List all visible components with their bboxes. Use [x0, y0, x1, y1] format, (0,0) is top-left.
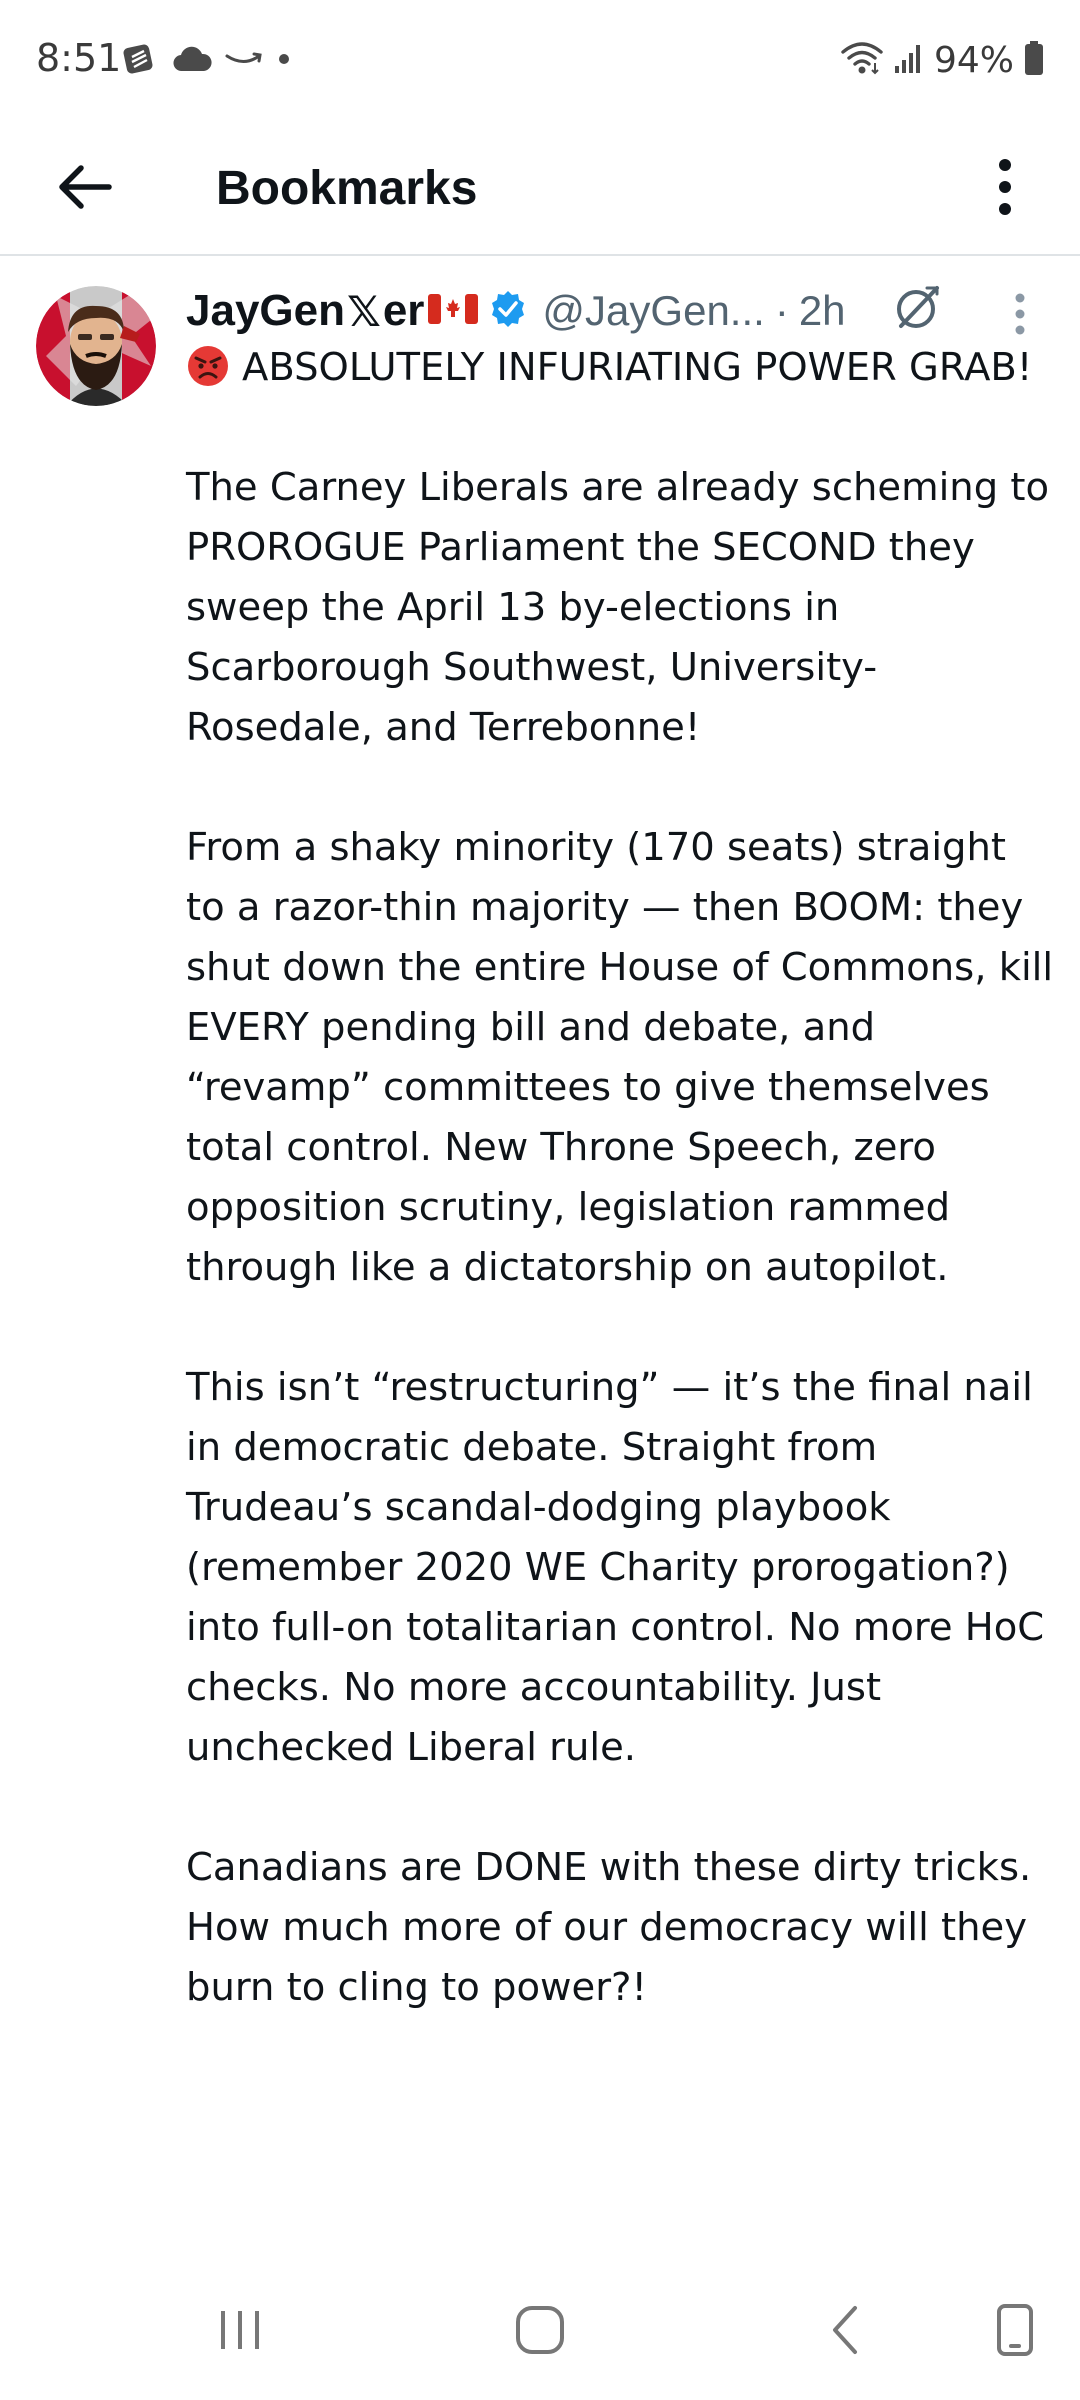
back-button[interactable] — [40, 142, 130, 232]
author-handle[interactable]: @JayGen... — [542, 287, 764, 335]
more-vertical-icon — [1015, 293, 1025, 335]
system-back-button[interactable] — [805, 2290, 885, 2370]
chevron-left-icon — [833, 2306, 857, 2354]
phone-rotate-icon — [997, 2304, 1033, 2356]
battery-icon — [1024, 40, 1044, 81]
tweet-paragraph: From a shaky minority (170 seats) straig… — [186, 825, 1054, 1290]
angry-face-emoji-icon — [186, 344, 230, 388]
tweet-text[interactable]: ABSOLUTELY INFURIATING POWER GRAB! The C… — [186, 338, 1056, 2018]
tweet-more-options-button[interactable] — [1000, 284, 1040, 344]
more-options-button[interactable] — [970, 142, 1040, 232]
home-button[interactable] — [500, 2290, 580, 2370]
tweet-paragraph-text: ABSOLUTELY INFURIATING POWER GRAB! — [242, 345, 1033, 390]
recent-apps-button[interactable] — [200, 2290, 280, 2370]
notification-app-icon — [122, 40, 160, 83]
tweet-time[interactable]: 2h — [799, 287, 846, 335]
recents-icon — [221, 2311, 259, 2349]
author-name-suffix: er — [382, 286, 425, 335]
keyboard-toggle-button[interactable] — [975, 2290, 1055, 2370]
dot-icon — [276, 51, 292, 72]
tweet-paragraph: ABSOLUTELY INFURIATING POWER GRAB! — [186, 338, 1056, 398]
bookmarked-tweet[interactable]: JayGen 𝕏 er @JayGen... · 2h ABSOLUTELY I… — [0, 256, 1080, 2256]
signal-icon — [894, 42, 924, 79]
avatar[interactable] — [36, 286, 156, 406]
wifi-icon — [840, 40, 884, 81]
battery-percentage: 94% — [933, 39, 1014, 81]
canada-flag-icon — [428, 292, 479, 331]
status-notification-icons — [122, 40, 292, 82]
amazon-icon — [224, 47, 264, 76]
app-header: Bookmarks — [0, 120, 1080, 256]
grok-icon[interactable] — [893, 282, 943, 337]
author-name-x-glyph: 𝕏 — [346, 287, 381, 335]
system-navigation-bar — [0, 2260, 1080, 2400]
tweet-paragraph: The Carney Liberals are already scheming… — [186, 465, 1050, 750]
status-bar: 8:51 94% — [0, 0, 1080, 120]
home-icon — [516, 2306, 564, 2354]
meta-separator: · — [774, 287, 789, 334]
tweet-paragraph: Canadians are DONE with these dirty tric… — [186, 1845, 1032, 2010]
author-name[interactable]: JayGen — [186, 286, 345, 336]
status-time: 8:51 — [36, 36, 122, 80]
tweet-paragraph: This isn’t “restructuring” — it’s the fi… — [186, 1365, 1045, 1770]
cloud-icon — [172, 45, 212, 78]
page-title: Bookmarks — [216, 162, 478, 215]
status-system-icons: 94% — [840, 38, 1044, 82]
arrow-left-icon — [59, 165, 112, 209]
more-vertical-icon — [999, 159, 1011, 215]
verified-badge-icon — [488, 289, 528, 334]
